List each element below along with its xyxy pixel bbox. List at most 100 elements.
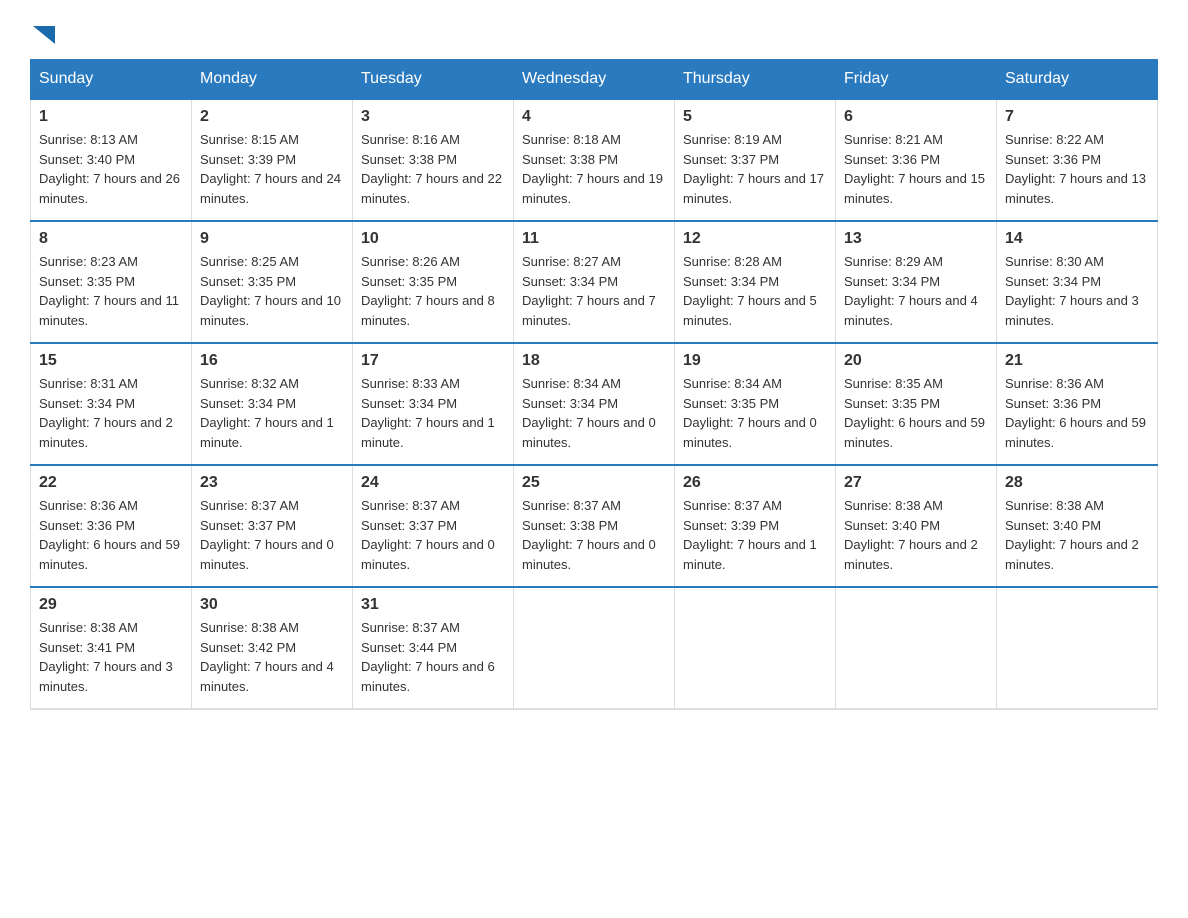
day-number: 23 (200, 474, 344, 492)
day-number: 26 (683, 474, 827, 492)
day-number: 16 (200, 352, 344, 370)
calendar-day-cell (997, 587, 1158, 709)
day-number: 21 (1005, 352, 1149, 370)
day-info: Sunrise: 8:13 AMSunset: 3:40 PMDaylight:… (39, 132, 180, 206)
calendar-day-cell: 7 Sunrise: 8:22 AMSunset: 3:36 PMDayligh… (997, 99, 1158, 221)
day-info: Sunrise: 8:34 AMSunset: 3:34 PMDaylight:… (522, 376, 656, 450)
day-info: Sunrise: 8:33 AMSunset: 3:34 PMDaylight:… (361, 376, 495, 450)
day-number: 19 (683, 352, 827, 370)
calendar-day-cell: 28 Sunrise: 8:38 AMSunset: 3:40 PMDaylig… (997, 465, 1158, 587)
weekday-header-saturday: Saturday (997, 60, 1158, 100)
calendar-day-cell: 9 Sunrise: 8:25 AMSunset: 3:35 PMDayligh… (192, 221, 353, 343)
calendar-week-row: 22 Sunrise: 8:36 AMSunset: 3:36 PMDaylig… (31, 465, 1158, 587)
day-number: 13 (844, 230, 988, 248)
calendar-day-cell: 11 Sunrise: 8:27 AMSunset: 3:34 PMDaylig… (514, 221, 675, 343)
calendar-week-row: 1 Sunrise: 8:13 AMSunset: 3:40 PMDayligh… (31, 99, 1158, 221)
calendar-day-cell: 21 Sunrise: 8:36 AMSunset: 3:36 PMDaylig… (997, 343, 1158, 465)
calendar-week-row: 15 Sunrise: 8:31 AMSunset: 3:34 PMDaylig… (31, 343, 1158, 465)
day-number: 20 (844, 352, 988, 370)
day-number: 29 (39, 596, 183, 614)
weekday-header-tuesday: Tuesday (353, 60, 514, 100)
day-number: 25 (522, 474, 666, 492)
day-info: Sunrise: 8:18 AMSunset: 3:38 PMDaylight:… (522, 132, 663, 206)
calendar-day-cell: 29 Sunrise: 8:38 AMSunset: 3:41 PMDaylig… (31, 587, 192, 709)
calendar-week-row: 8 Sunrise: 8:23 AMSunset: 3:35 PMDayligh… (31, 221, 1158, 343)
calendar-day-cell: 12 Sunrise: 8:28 AMSunset: 3:34 PMDaylig… (675, 221, 836, 343)
day-info: Sunrise: 8:35 AMSunset: 3:35 PMDaylight:… (844, 376, 985, 450)
day-info: Sunrise: 8:19 AMSunset: 3:37 PMDaylight:… (683, 132, 824, 206)
calendar-day-cell: 26 Sunrise: 8:37 AMSunset: 3:39 PMDaylig… (675, 465, 836, 587)
weekday-header-friday: Friday (836, 60, 997, 100)
calendar-day-cell: 6 Sunrise: 8:21 AMSunset: 3:36 PMDayligh… (836, 99, 997, 221)
day-info: Sunrise: 8:27 AMSunset: 3:34 PMDaylight:… (522, 254, 656, 328)
calendar-day-cell: 8 Sunrise: 8:23 AMSunset: 3:35 PMDayligh… (31, 221, 192, 343)
calendar-day-cell: 30 Sunrise: 8:38 AMSunset: 3:42 PMDaylig… (192, 587, 353, 709)
day-info: Sunrise: 8:38 AMSunset: 3:40 PMDaylight:… (844, 498, 978, 572)
page-header (30, 20, 1158, 49)
day-number: 2 (200, 108, 344, 126)
day-number: 8 (39, 230, 183, 248)
day-number: 12 (683, 230, 827, 248)
calendar-day-cell: 27 Sunrise: 8:38 AMSunset: 3:40 PMDaylig… (836, 465, 997, 587)
day-info: Sunrise: 8:37 AMSunset: 3:39 PMDaylight:… (683, 498, 817, 572)
weekday-header-thursday: Thursday (675, 60, 836, 100)
calendar-week-row: 29 Sunrise: 8:38 AMSunset: 3:41 PMDaylig… (31, 587, 1158, 709)
day-number: 3 (361, 108, 505, 126)
calendar-day-cell: 25 Sunrise: 8:37 AMSunset: 3:38 PMDaylig… (514, 465, 675, 587)
calendar-day-cell: 1 Sunrise: 8:13 AMSunset: 3:40 PMDayligh… (31, 99, 192, 221)
day-info: Sunrise: 8:34 AMSunset: 3:35 PMDaylight:… (683, 376, 817, 450)
day-info: Sunrise: 8:26 AMSunset: 3:35 PMDaylight:… (361, 254, 495, 328)
day-number: 11 (522, 230, 666, 248)
logo-arrow-icon (33, 26, 55, 44)
day-info: Sunrise: 8:36 AMSunset: 3:36 PMDaylight:… (39, 498, 180, 572)
day-number: 22 (39, 474, 183, 492)
day-number: 9 (200, 230, 344, 248)
calendar-day-cell: 22 Sunrise: 8:36 AMSunset: 3:36 PMDaylig… (31, 465, 192, 587)
day-number: 4 (522, 108, 666, 126)
day-info: Sunrise: 8:29 AMSunset: 3:34 PMDaylight:… (844, 254, 978, 328)
day-number: 27 (844, 474, 988, 492)
day-info: Sunrise: 8:36 AMSunset: 3:36 PMDaylight:… (1005, 376, 1146, 450)
calendar-day-cell: 14 Sunrise: 8:30 AMSunset: 3:34 PMDaylig… (997, 221, 1158, 343)
day-number: 14 (1005, 230, 1149, 248)
calendar-day-cell: 17 Sunrise: 8:33 AMSunset: 3:34 PMDaylig… (353, 343, 514, 465)
day-info: Sunrise: 8:28 AMSunset: 3:34 PMDaylight:… (683, 254, 817, 328)
logo (30, 20, 55, 49)
day-number: 30 (200, 596, 344, 614)
calendar-day-cell: 5 Sunrise: 8:19 AMSunset: 3:37 PMDayligh… (675, 99, 836, 221)
day-info: Sunrise: 8:37 AMSunset: 3:44 PMDaylight:… (361, 620, 495, 694)
calendar-day-cell: 20 Sunrise: 8:35 AMSunset: 3:35 PMDaylig… (836, 343, 997, 465)
calendar-day-cell: 4 Sunrise: 8:18 AMSunset: 3:38 PMDayligh… (514, 99, 675, 221)
calendar-day-cell: 2 Sunrise: 8:15 AMSunset: 3:39 PMDayligh… (192, 99, 353, 221)
day-number: 1 (39, 108, 183, 126)
day-info: Sunrise: 8:37 AMSunset: 3:37 PMDaylight:… (361, 498, 495, 572)
day-number: 18 (522, 352, 666, 370)
day-info: Sunrise: 8:37 AMSunset: 3:37 PMDaylight:… (200, 498, 334, 572)
calendar-day-cell: 18 Sunrise: 8:34 AMSunset: 3:34 PMDaylig… (514, 343, 675, 465)
day-number: 10 (361, 230, 505, 248)
day-info: Sunrise: 8:23 AMSunset: 3:35 PMDaylight:… (39, 254, 179, 328)
day-number: 6 (844, 108, 988, 126)
day-number: 15 (39, 352, 183, 370)
day-info: Sunrise: 8:38 AMSunset: 3:40 PMDaylight:… (1005, 498, 1139, 572)
day-number: 7 (1005, 108, 1149, 126)
day-info: Sunrise: 8:22 AMSunset: 3:36 PMDaylight:… (1005, 132, 1146, 206)
calendar-day-cell: 15 Sunrise: 8:31 AMSunset: 3:34 PMDaylig… (31, 343, 192, 465)
day-info: Sunrise: 8:25 AMSunset: 3:35 PMDaylight:… (200, 254, 341, 328)
day-info: Sunrise: 8:30 AMSunset: 3:34 PMDaylight:… (1005, 254, 1139, 328)
calendar-day-cell: 24 Sunrise: 8:37 AMSunset: 3:37 PMDaylig… (353, 465, 514, 587)
day-info: Sunrise: 8:16 AMSunset: 3:38 PMDaylight:… (361, 132, 502, 206)
calendar-day-cell: 10 Sunrise: 8:26 AMSunset: 3:35 PMDaylig… (353, 221, 514, 343)
calendar-day-cell: 13 Sunrise: 8:29 AMSunset: 3:34 PMDaylig… (836, 221, 997, 343)
calendar-day-cell (514, 587, 675, 709)
calendar-day-cell: 16 Sunrise: 8:32 AMSunset: 3:34 PMDaylig… (192, 343, 353, 465)
calendar-table: SundayMondayTuesdayWednesdayThursdayFrid… (30, 59, 1158, 710)
day-number: 17 (361, 352, 505, 370)
weekday-header-wednesday: Wednesday (514, 60, 675, 100)
day-number: 28 (1005, 474, 1149, 492)
day-info: Sunrise: 8:31 AMSunset: 3:34 PMDaylight:… (39, 376, 173, 450)
calendar-day-cell: 23 Sunrise: 8:37 AMSunset: 3:37 PMDaylig… (192, 465, 353, 587)
calendar-day-cell: 3 Sunrise: 8:16 AMSunset: 3:38 PMDayligh… (353, 99, 514, 221)
calendar-day-cell: 31 Sunrise: 8:37 AMSunset: 3:44 PMDaylig… (353, 587, 514, 709)
day-number: 31 (361, 596, 505, 614)
